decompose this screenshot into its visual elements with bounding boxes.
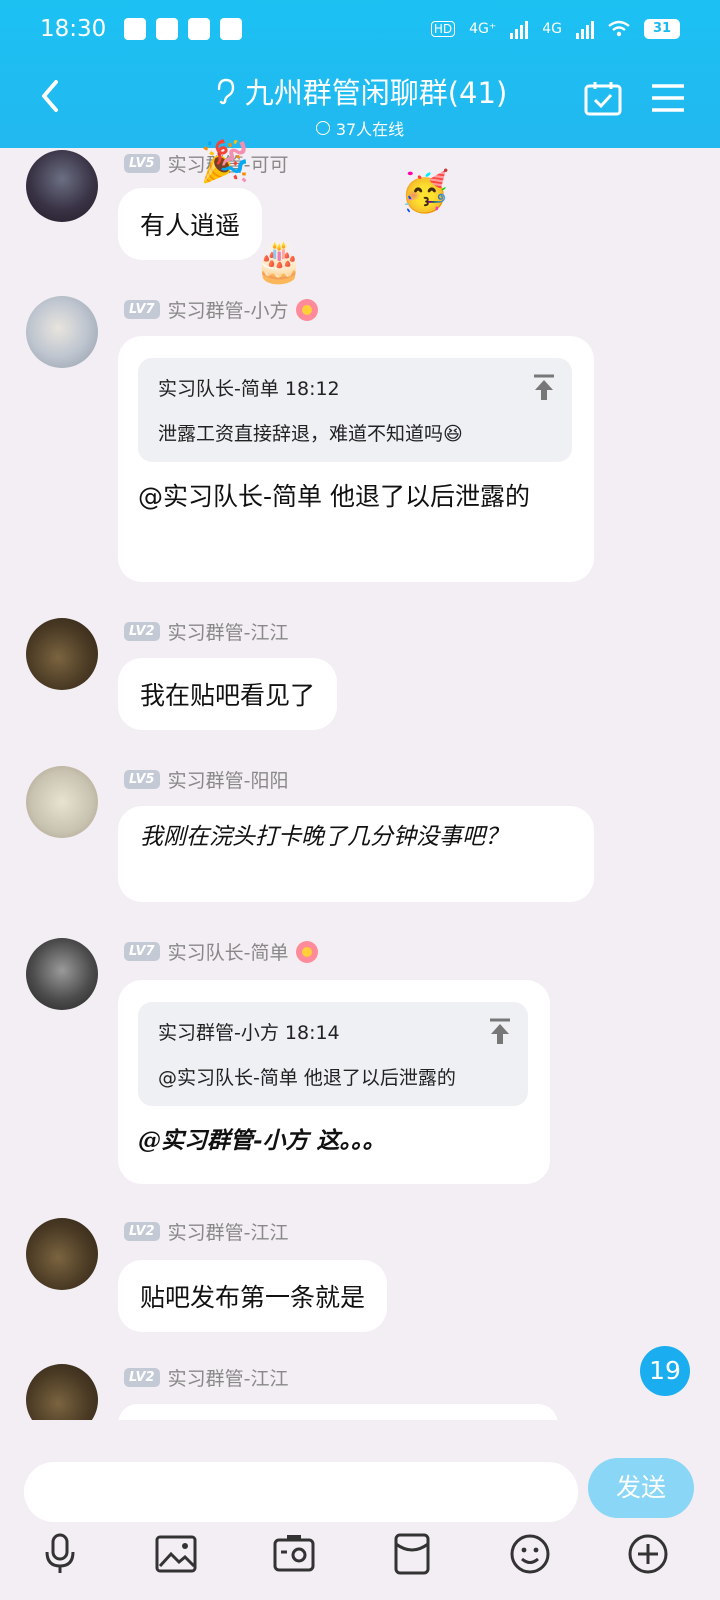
flower-badge-icon [296,940,319,963]
sender-name[interactable]: 实习群管-江江 [168,618,289,645]
status-bar: 18:30 HD 4G⁺ 4G 31 [0,0,720,58]
jump-to-top-icon[interactable] [488,1018,512,1046]
message-bubble[interactable]: 有人逍遥 [118,188,263,260]
sender-line: LV7 实习群管-小方 [124,296,319,323]
online-status: 37人在线 [315,116,405,140]
avatar[interactable] [26,938,98,1010]
message-text: 有人逍遥 [140,211,241,240]
signal2-icon [576,19,594,39]
status-right: HD 4G⁺ 4G 31 [430,19,680,39]
level-badge: LV2 [124,1368,160,1387]
level-badge: LV7 [124,300,160,319]
red-packet-icon[interactable] [390,1532,434,1576]
quote-body: @实习队长-简单 他退了以后泄露的 [158,1067,456,1089]
message-text: @实习队长-简单 他退了以后泄露的 [138,482,530,511]
battery-icon: 31 [644,19,680,39]
message-text: 贴吧发布第一条就是 [140,1283,366,1312]
camera-icon[interactable] [272,1532,316,1576]
sender-name[interactable]: 实习队长-简单 [168,938,289,965]
sender-name[interactable]: 实习群管-阳阳 [168,766,289,793]
app-header: 18:30 HD 4G⁺ 4G 31 九州群管闲聊群(41) 37人在线 [0,0,720,148]
level-badge: LV7 [124,942,160,961]
composer: 发送 [0,1420,720,1600]
sender-line: LV2 实习群管-江江 [124,1218,288,1245]
sender-name[interactable]: 实习群管-江江 [168,1364,289,1391]
message-bubble[interactable]: 实习群管-小方 18:14 @实习队长-简单 他退了以后泄露的 @实习群管-小方… [118,980,550,1184]
avatar[interactable] [26,1218,98,1290]
message-text: @实习群管-小方 这。。。 [138,1127,386,1154]
level-badge: LV5 [124,154,160,173]
page-title: 九州群管闲聊群(41) [244,76,508,110]
microphone-icon[interactable] [38,1532,82,1576]
mail-notification-icon [124,18,147,40]
tiktok-notification-icon [188,18,211,40]
message-bubble[interactable]: 我在贴吧看见了 [118,658,338,730]
quote-header: 实习队长-简单 18:12 [158,378,340,400]
nav-bar: 九州群管闲聊群(41) 37人在线 [0,60,720,145]
hd-icon: HD [430,21,456,37]
menu-icon[interactable] [650,82,686,114]
quote-body: 泄露工资直接辞退，难道不知道吗😆 [158,423,463,445]
sender-name[interactable]: 实习群管-江江 [168,1218,289,1245]
avatar[interactable] [26,296,98,368]
image-icon[interactable] [154,1532,198,1576]
composer-toolbar [0,1532,720,1592]
emoji-icon[interactable] [508,1532,552,1576]
wifi-icon [608,20,630,37]
net1-label: 4G⁺ [469,21,497,37]
calendar-check-icon[interactable] [584,80,622,118]
avatar[interactable] [26,150,98,222]
message-text: 我在贴吧看见了 [140,681,316,710]
quote-header: 实习群管-小方 18:14 [158,1022,340,1044]
sender-name[interactable]: 实习群管-小方 [168,296,289,323]
level-badge: LV2 [124,1222,160,1241]
page-title-row: 九州群管闲聊群(41) [213,70,508,112]
quoted-message[interactable]: 实习群管-小方 18:14 @实习队长-简单 他退了以后泄露的 [138,1002,528,1106]
jump-to-top-icon[interactable] [532,374,556,402]
ear-icon [217,78,234,105]
avatar[interactable] [26,618,98,690]
online-count: 37人在线 [335,120,405,139]
flower-badge-icon [296,298,319,321]
birthday-cake-icon: 🎂 [254,239,304,285]
notification-icons [124,18,243,40]
unread-count-badge[interactable]: 19 [640,1346,690,1396]
message-bubble[interactable]: 实习队长-简单 18:12 泄露工资直接辞退，难道不知道吗😆 @实习队长-简单 … [118,336,594,582]
level-badge: LV5 [124,770,160,789]
message-text: 我刚在浣头打卡晚了几分钟没事吧？ [140,824,508,850]
signal1-icon [510,19,529,39]
sender-line: LV5 实习群管-阳阳 [124,766,288,793]
net2-label: 4G [542,21,562,37]
sender-line: LV7 实习队长-简单 [124,938,319,965]
status-time: 18:30 [40,16,107,42]
sender-line: LV2 实习群管-江江 [124,1364,288,1391]
sender-line: LV2 实习群管-江江 [124,618,288,645]
online-icon [315,121,330,135]
send-button[interactable]: 发送 [588,1458,694,1518]
app-notification-icon [220,18,243,40]
quoted-message[interactable]: 实习队长-简单 18:12 泄露工资直接辞退，难道不知道吗😆 [138,358,572,462]
send-notification-icon [156,18,179,40]
level-badge: LV2 [124,622,160,641]
avatar[interactable] [26,766,98,838]
party-face-icon: 🥳 [400,169,450,215]
laugh-emoji-icon: 😆 [443,423,463,445]
message-bubble[interactable]: 我刚在浣头打卡晚了几分钟没事吧？ [118,806,594,902]
message-input[interactable] [24,1462,578,1522]
message-bubble[interactable]: 贴吧发布第一条就是 [118,1260,388,1332]
plus-icon[interactable] [626,1532,670,1576]
party-popper-icon: 🎉 [200,139,250,185]
